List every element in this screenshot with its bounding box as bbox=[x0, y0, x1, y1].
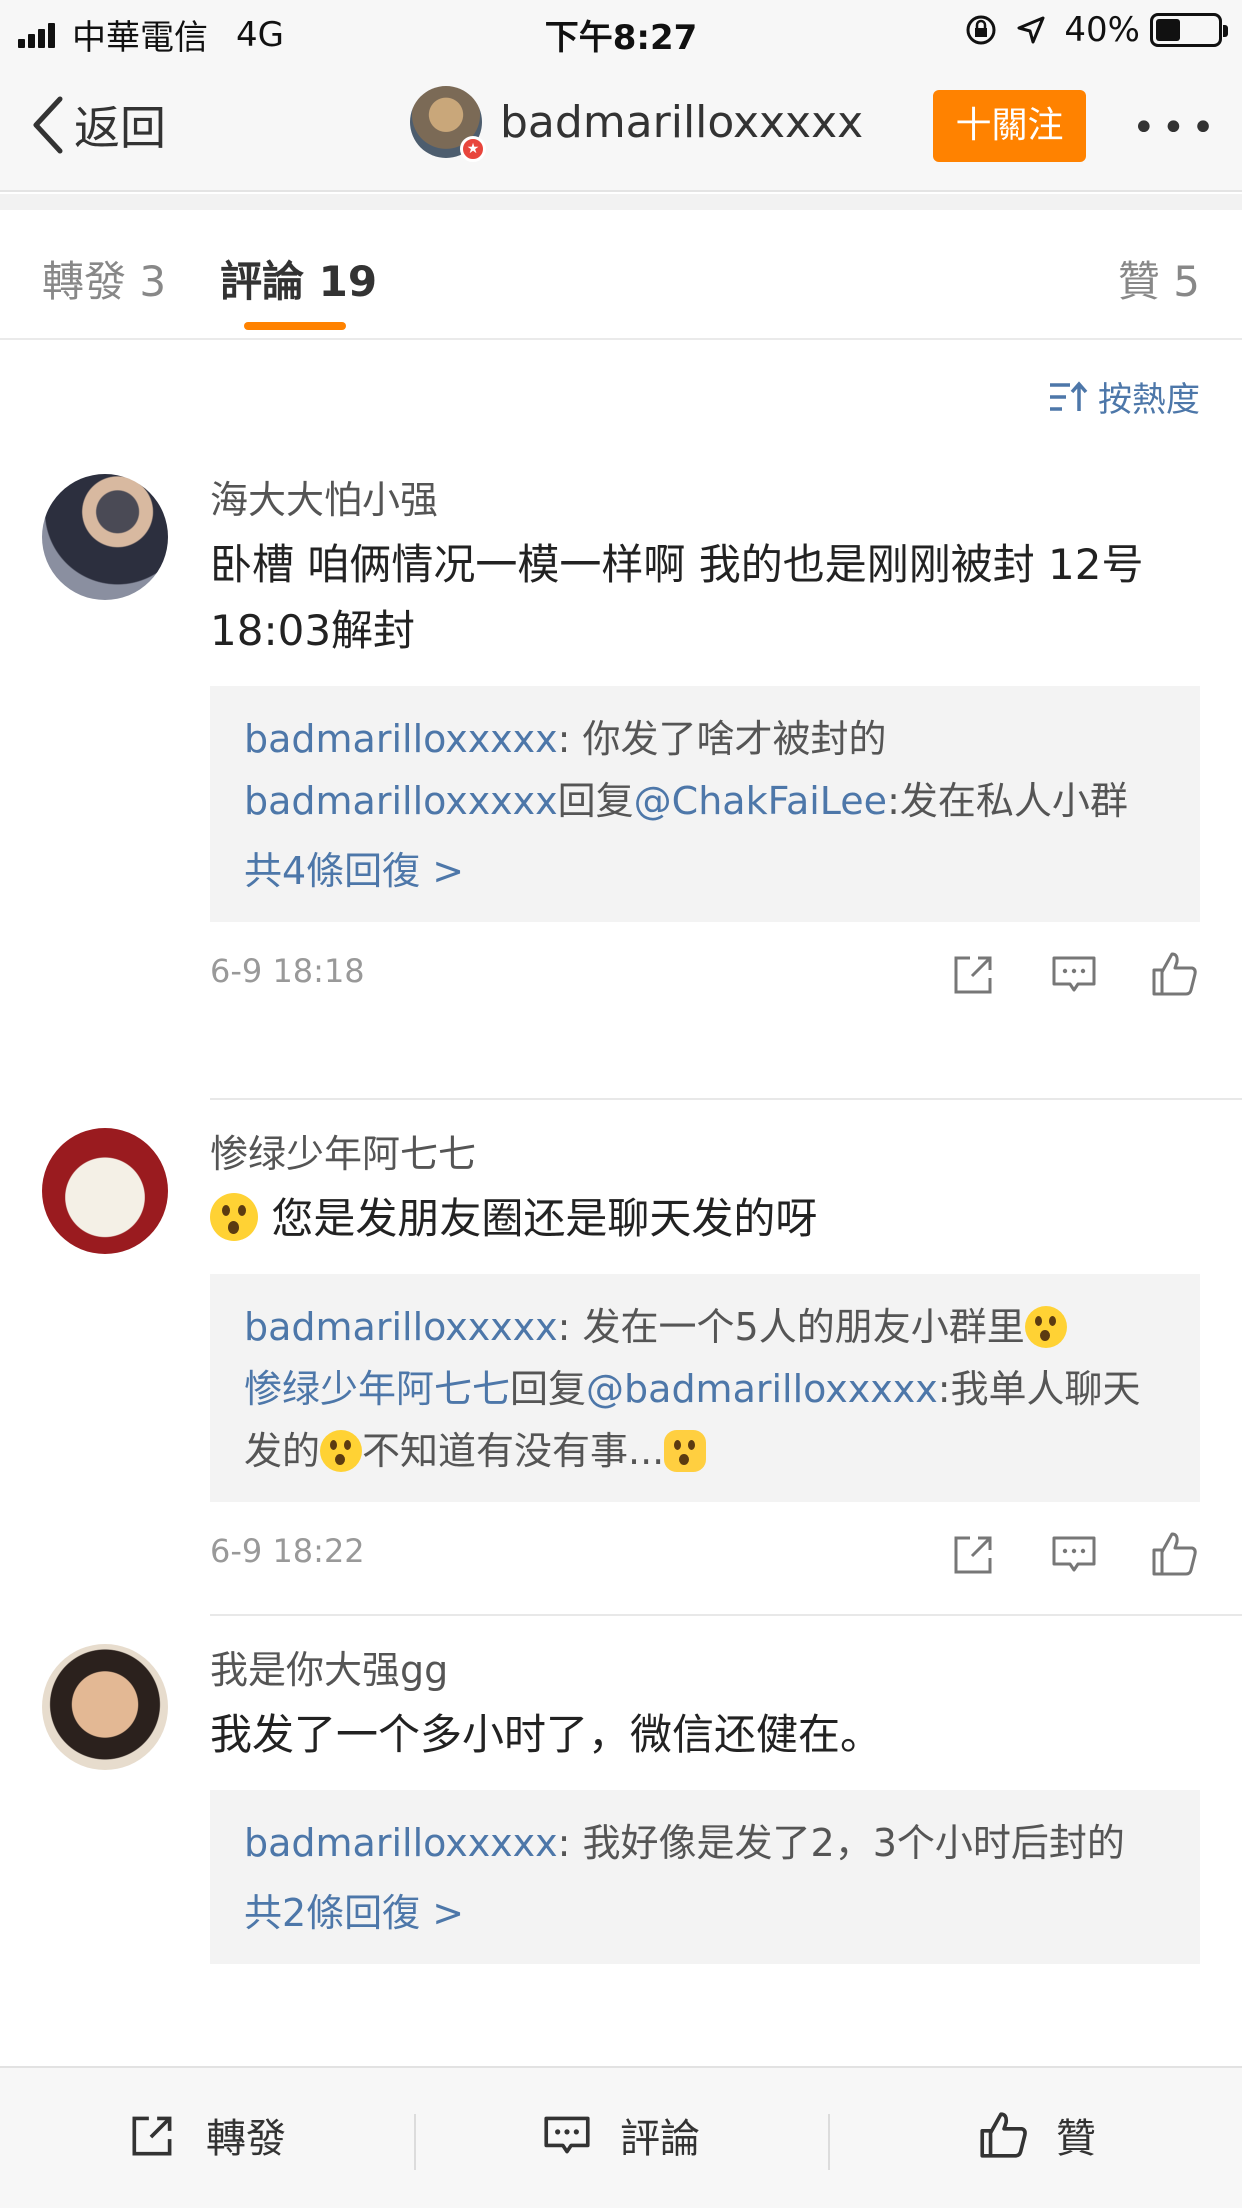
reply-text: 我好像是发了2，3个小时后封的 bbox=[582, 1821, 1125, 1865]
comment-text-row: 您是发朋友圈还是聊天发的呀 bbox=[210, 1186, 1200, 1252]
toolbar-separator bbox=[414, 2114, 416, 2170]
reply-mention[interactable]: @ChakFaiLee bbox=[634, 779, 887, 823]
more-button[interactable]: ••• bbox=[1132, 108, 1221, 148]
reply-box[interactable]: badmarilloxxxxx: 我好像是发了2，3个小时后封的 共2條回復 > bbox=[210, 1790, 1200, 1964]
like-icon bbox=[980, 2112, 1027, 2158]
comment-text: 您是发朋友圈还是聊天发的呀 bbox=[271, 1194, 818, 1243]
avatar[interactable] bbox=[42, 474, 168, 600]
repost-label: 轉發 bbox=[206, 2116, 286, 2162]
more-replies-link[interactable]: 共2條回復 > bbox=[244, 1882, 1166, 1944]
tab-repost[interactable]: 轉發 3 bbox=[42, 248, 166, 309]
sort-button[interactable]: 按熱度 bbox=[1048, 372, 1200, 421]
repost-icon[interactable] bbox=[948, 1528, 1000, 1580]
like-icon[interactable] bbox=[1148, 948, 1200, 1000]
divider bbox=[210, 1614, 1242, 1616]
reply-author[interactable]: badmarilloxxxxx bbox=[244, 1821, 558, 1865]
comment-author[interactable]: 海大大怕小强 bbox=[210, 474, 1200, 526]
comment-time: 6-9 18:22 bbox=[210, 1532, 365, 1570]
avatar[interactable] bbox=[42, 1644, 168, 1770]
status-right: 40% bbox=[964, 10, 1228, 50]
battery-percent: 40% bbox=[1064, 10, 1140, 50]
reply-author[interactable]: badmarilloxxxxx bbox=[244, 717, 558, 761]
glasses-emoji-icon bbox=[1024, 1306, 1067, 1348]
comment-footer: 6-9 18:22 bbox=[210, 1502, 1200, 1606]
bottom-toolbar: 轉發 評論 贊 bbox=[0, 2066, 1242, 2208]
nav-username: badmarilloxxxxx bbox=[500, 96, 864, 148]
reply-line: badmarilloxxxxx回复@ChakFaiLee:发在私人小群 bbox=[244, 770, 1166, 832]
surprised-emoji-icon bbox=[210, 1193, 258, 1241]
avatar[interactable]: ★ bbox=[410, 86, 486, 162]
chevron-left-icon bbox=[33, 96, 63, 154]
verified-badge-icon: ★ bbox=[460, 136, 486, 162]
status-bar: 中華電信 4G 下午8:27 40% bbox=[0, 0, 1242, 62]
repost-button[interactable]: 轉發 bbox=[126, 2106, 286, 2164]
reply-line: badmarilloxxxxx: 发在一个5人的朋友小群里 bbox=[244, 1296, 1166, 1358]
comment-time: 6-9 18:18 bbox=[210, 952, 365, 990]
reply-text: :发在私人小群 bbox=[887, 779, 1128, 823]
reply-word: 回复 bbox=[510, 1367, 587, 1411]
active-tab-indicator bbox=[244, 322, 346, 330]
reply-sep: : bbox=[557, 1821, 583, 1865]
comment-author[interactable]: 我是你大强gg bbox=[210, 1644, 1200, 1696]
toolbar-separator bbox=[828, 2114, 830, 2170]
comment-body: 我是你大强gg 我发了一个多小时了，微信还健在。 badmarilloxxxxx… bbox=[210, 1644, 1200, 1964]
comment-label: 評論 bbox=[620, 2116, 700, 2162]
reply-mention[interactable]: @badmarilloxxxxx bbox=[586, 1367, 938, 1411]
divider bbox=[210, 1098, 1242, 1100]
repost-icon[interactable] bbox=[948, 948, 1000, 1000]
section-gap bbox=[0, 194, 1242, 210]
tab-likes[interactable]: 贊 5 bbox=[1118, 248, 1200, 309]
battery-icon bbox=[1150, 13, 1228, 47]
follow-button[interactable]: 十關注 bbox=[933, 90, 1086, 162]
comment-author[interactable]: 惨绿少年阿七七 bbox=[210, 1128, 1200, 1180]
avatar[interactable] bbox=[42, 1128, 168, 1254]
sort-label: 按熱度 bbox=[1098, 380, 1200, 420]
reply-sep: : bbox=[557, 717, 583, 761]
comment-body: 海大大怕小强 卧槽 咱俩情况一模一样啊 我的也是刚刚被封 12号18:03解封 … bbox=[210, 474, 1200, 1026]
like-label: 贊 bbox=[1056, 2116, 1096, 2162]
comment-icon[interactable] bbox=[1048, 948, 1100, 1000]
reply-author[interactable]: 惨绿少年阿七七 bbox=[244, 1367, 510, 1411]
more-replies-link[interactable]: 共4條回復 > bbox=[244, 840, 1166, 902]
nav-bar: 返回 ★ badmarilloxxxxx 十關注 ••• bbox=[0, 62, 1242, 192]
comment-button[interactable]: 評論 bbox=[540, 2106, 700, 2164]
like-button[interactable]: 贊 bbox=[976, 2106, 1096, 2164]
repost-icon bbox=[132, 2116, 172, 2156]
comment-text: 卧槽 咱俩情况一模一样啊 我的也是刚刚被封 12号18:03解封 bbox=[210, 540, 1144, 655]
reply-line: badmarilloxxxxx: 你发了啥才被封的 bbox=[244, 708, 1166, 770]
comment-actions bbox=[900, 948, 1200, 1000]
sort-icon bbox=[1050, 380, 1088, 411]
reply-text: 你发了啥才被封的 bbox=[582, 717, 887, 761]
comment-text: 我发了一个多小时了，微信还健在。 bbox=[210, 1710, 883, 1759]
reply-box[interactable]: badmarilloxxxxx: 你发了啥才被封的 badmarilloxxxx… bbox=[210, 686, 1200, 922]
reply-line: badmarilloxxxxx: 我好像是发了2，3个小时后封的 bbox=[244, 1812, 1166, 1874]
reply-line: 惨绿少年阿七七回复@badmarilloxxxxx:我单人聊天发的 不知道有没有事… bbox=[244, 1358, 1166, 1482]
rotation-lock-icon bbox=[966, 15, 996, 45]
comment-actions bbox=[900, 1528, 1200, 1580]
comment-icon[interactable] bbox=[1048, 1528, 1100, 1580]
reply-text: 不知道有没有事... bbox=[362, 1429, 665, 1473]
reply-word: 回复 bbox=[557, 779, 634, 823]
back-label: 返回 bbox=[74, 101, 166, 155]
nav-user[interactable]: ★ badmarilloxxxxx bbox=[410, 86, 864, 162]
comment-body: 惨绿少年阿七七 您是发朋友圈还是聊天发的呀 badmarilloxxxxx: 发… bbox=[210, 1128, 1200, 1606]
location-icon bbox=[1017, 16, 1045, 44]
surprised-emoji-icon bbox=[320, 1430, 363, 1472]
reply-author[interactable]: badmarilloxxxxx bbox=[244, 779, 558, 823]
reply-author[interactable]: badmarilloxxxxx bbox=[244, 1305, 558, 1349]
comment-icon bbox=[544, 2116, 590, 2154]
comment-footer: 6-9 18:18 bbox=[210, 922, 1200, 1026]
tab-comments[interactable]: 評論 19 bbox=[220, 248, 377, 309]
reply-box[interactable]: badmarilloxxxxx: 发在一个5人的朋友小群里 惨绿少年阿七七回复@… bbox=[210, 1274, 1200, 1502]
hammer-emoji-icon bbox=[664, 1430, 707, 1472]
back-button[interactable]: 返回 bbox=[30, 92, 166, 158]
tabs-bar: 轉發 3 評論 19 贊 5 bbox=[0, 210, 1242, 340]
reply-sep: : bbox=[557, 1305, 583, 1349]
like-icon[interactable] bbox=[1148, 1528, 1200, 1580]
reply-text: 发在一个5人的朋友小群里 bbox=[582, 1305, 1025, 1349]
